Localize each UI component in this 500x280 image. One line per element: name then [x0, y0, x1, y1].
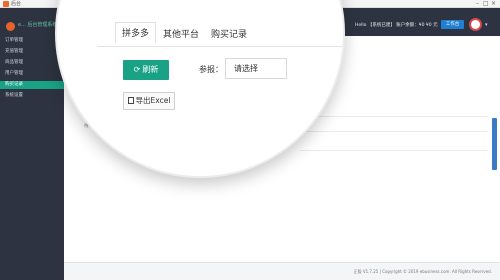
- brand-title: e... 后台管理系统: [18, 22, 58, 28]
- sidebar-item-purchase-records[interactable]: 购买记录: [0, 81, 64, 89]
- tab-pinduoduo[interactable]: 拼多多: [115, 22, 157, 43]
- tab-other-platforms[interactable]: 其他平台: [163, 27, 199, 40]
- magnifier-callout: 拼多多 其他平台 购买记录 ⟳ 刷新 参报： 请选择 导出Excel: [55, 0, 345, 178]
- tab-purchase-records-zoom[interactable]: 购买记录: [211, 27, 247, 40]
- workbench-button[interactable]: 工作台: [441, 20, 464, 29]
- user-info: Hello 【系统已建】 账户余额：¥0 ¥0 元: [355, 23, 438, 28]
- export-excel-button[interactable]: 导出Excel: [123, 92, 175, 110]
- logo-icon: [6, 22, 15, 31]
- shop-select[interactable]: 请选择: [225, 58, 287, 79]
- window-title: 后台: [11, 1, 22, 7]
- sidebar-item-users[interactable]: 用户管理: [0, 70, 64, 78]
- shop-label: 参报：: [199, 65, 223, 74]
- sidebar-item-settings[interactable]: 系统设置: [0, 92, 64, 100]
- side-scrollbar[interactable]: [492, 118, 497, 170]
- chevron-down-icon[interactable]: ▾: [485, 22, 488, 28]
- refresh-label: 刷新: [142, 65, 159, 74]
- refresh-icon: ⟳: [133, 65, 141, 74]
- sidebar-item-products[interactable]: 商品管理: [0, 59, 64, 67]
- close-button[interactable]: ×: [491, 0, 496, 8]
- copyright-text: 正版 V1.7.25 | Copyright © 2019 ebusiness.…: [353, 269, 492, 274]
- document-icon: [127, 97, 134, 104]
- export-label: 导出Excel: [135, 96, 171, 105]
- sidebar-item-recharge[interactable]: 充值管理: [0, 48, 64, 56]
- refresh-button[interactable]: ⟳ 刷新: [123, 60, 169, 80]
- tab-underline: [97, 46, 343, 47]
- avatar[interactable]: [469, 18, 482, 31]
- maximize-button[interactable]: □: [483, 0, 489, 8]
- minimize-button[interactable]: –: [476, 0, 479, 8]
- app-icon: [3, 1, 9, 7]
- page-footer: 正版 V1.7.25 | Copyright © 2019 ebusiness.…: [64, 262, 500, 280]
